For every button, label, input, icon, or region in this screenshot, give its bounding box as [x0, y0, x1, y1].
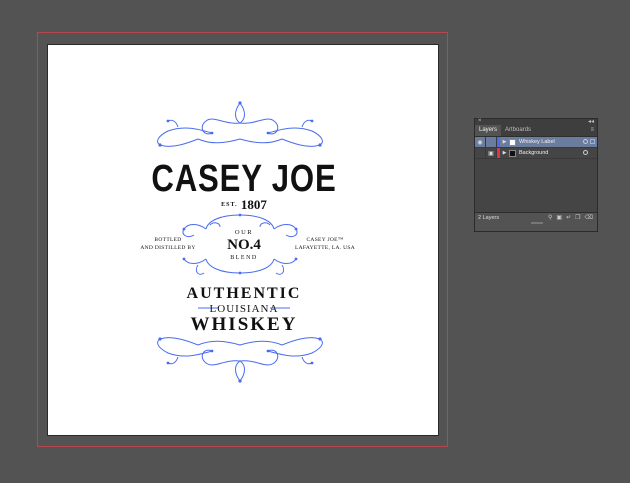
- blend-text: BLEND: [230, 255, 258, 261]
- layer-count: 2 Layers: [478, 215, 500, 221]
- distiller-line-2: LAFAYETTE, LA. USA: [294, 245, 356, 251]
- lock-toggle[interactable]: [486, 137, 497, 147]
- artboard[interactable]: CASEY JOE EST. 1807 BOTTLED AND DISTILLE…: [47, 44, 439, 436]
- est-year: 1807: [240, 197, 267, 212]
- lock-toggle[interactable]: ▣: [486, 148, 497, 158]
- expand-triangle-icon[interactable]: ▶: [500, 139, 509, 145]
- panel-resize-handle[interactable]: [531, 222, 543, 224]
- layer-row-whiskey-label[interactable]: ◉ ▶ Whiskey Label: [475, 137, 597, 148]
- make-clip-mask-icon[interactable]: ▣: [556, 214, 562, 221]
- our-text: OUR: [234, 229, 254, 236]
- selection-indicator-icon[interactable]: [590, 139, 595, 144]
- layer-name[interactable]: Whiskey Label: [519, 139, 555, 145]
- collapse-panel-icon[interactable]: ◂◂: [588, 118, 594, 125]
- eye-icon: ◉: [477, 139, 483, 146]
- new-layer-icon[interactable]: ❐: [575, 214, 580, 221]
- expand-triangle-icon[interactable]: ▶: [500, 150, 509, 156]
- visibility-toggle[interactable]: [475, 148, 486, 158]
- bottled-line-1: BOTTLED: [154, 237, 182, 243]
- distiller-text: CASEY JOE™ LAFAYETTE, LA. USA: [290, 236, 360, 252]
- blend-number: NO.4: [227, 237, 261, 253]
- tab-layers[interactable]: Layers: [475, 125, 502, 136]
- tab-artboards[interactable]: Artboards: [501, 125, 535, 136]
- layers-list: ◉ ▶ Whiskey Label ▣ ▶ Background: [475, 136, 597, 212]
- established-line: EST. 1807: [194, 197, 294, 213]
- distiller-line-1: CASEY JOE™: [306, 237, 344, 243]
- bottled-by-text: BOTTLED AND DISTILLED BY: [138, 236, 198, 252]
- new-sublayer-icon[interactable]: ↵: [566, 214, 571, 221]
- authentic-text: AUTHENTIC: [186, 285, 302, 302]
- visibility-toggle[interactable]: ◉: [475, 137, 486, 147]
- panel-menu-icon[interactable]: ≡: [590, 125, 594, 136]
- layer-row-background[interactable]: ▣ ▶ Background: [475, 148, 597, 159]
- panel-tabs: Layers Artboards ≡: [475, 125, 597, 136]
- close-panel-icon[interactable]: ×: [478, 118, 482, 124]
- layer-name[interactable]: Background: [519, 150, 548, 156]
- whiskey-text: WHISKEY: [190, 314, 298, 335]
- layer-thumbnail: [509, 138, 516, 146]
- footer-icons: ⚲ ▣ ↵ ❐ ⌫: [548, 214, 593, 221]
- lock-icon: ▣: [488, 150, 494, 157]
- target-circle-icon[interactable]: [583, 139, 588, 144]
- brand-title: CASEY JOE: [151, 158, 337, 200]
- layers-panel: × ◂◂ Layers Artboards ≡ ◉ ▶ Whiskey Labe…: [474, 118, 598, 232]
- target-circle-icon[interactable]: [583, 150, 588, 155]
- est-prefix: EST.: [221, 202, 238, 208]
- layer-thumbnail: [509, 149, 516, 157]
- search-icon[interactable]: ⚲: [548, 214, 552, 221]
- bottled-line-2: AND DISTILLED BY: [140, 245, 196, 251]
- delete-icon[interactable]: ⌫: [585, 214, 593, 221]
- panel-footer: 2 Layers ⚲ ▣ ↵ ❐ ⌫: [475, 212, 597, 224]
